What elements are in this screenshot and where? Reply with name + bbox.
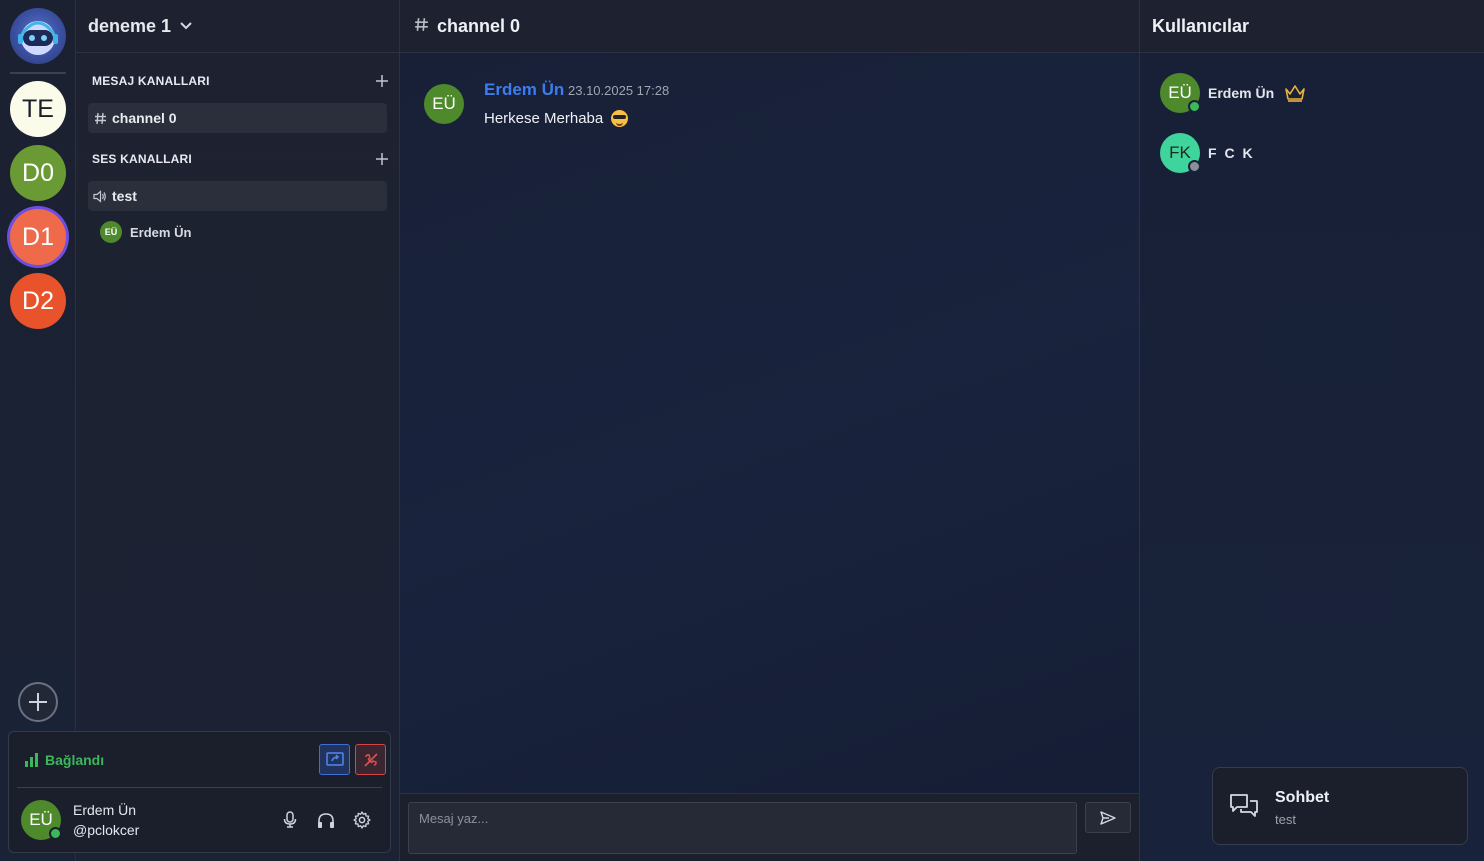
- member-item[interactable]: FK F C K: [1160, 133, 1255, 173]
- current-user-handle: @pclokcer: [73, 822, 140, 838]
- member-name: F C K: [1208, 145, 1255, 161]
- avatar: EÜ: [100, 221, 122, 243]
- phone-hangup-icon: [363, 752, 378, 767]
- category-voice-channels: SES KANALLARI: [92, 150, 388, 168]
- send-icon: [1100, 810, 1116, 825]
- share-screen-button[interactable]: [319, 744, 350, 775]
- avatar[interactable]: EÜ: [21, 800, 62, 840]
- message-body: Herkese Merhaba: [484, 110, 629, 127]
- avatar: FK: [1160, 133, 1201, 173]
- plus-icon: [29, 693, 47, 711]
- connection-status: Bağlandı: [25, 752, 104, 768]
- chat-header: channel 0: [400, 0, 1139, 53]
- channel-label: channel 0: [112, 110, 177, 126]
- hash-icon: [92, 112, 108, 125]
- rail-divider: [10, 72, 66, 74]
- toast-subtitle: test: [1275, 812, 1296, 827]
- chat-bubbles-icon: [1230, 794, 1258, 817]
- gear-icon: [353, 811, 371, 829]
- composer-bar: [400, 793, 1139, 861]
- member-initials: EÜ: [1168, 83, 1192, 102]
- plus-icon: [376, 153, 388, 165]
- category-text-channels: MESAJ KANALLARI: [92, 72, 388, 90]
- send-button[interactable]: [1085, 802, 1131, 833]
- server-icon-d0[interactable]: D0: [10, 145, 66, 201]
- voice-user-name: Erdem Ün: [130, 224, 192, 240]
- chat-area: channel 0 EÜ Erdem Ün 23.10.2025 17:28 H…: [400, 0, 1140, 861]
- toast-title: Sohbet: [1275, 789, 1330, 806]
- message-timestamp: 23.10.2025 17:28: [568, 83, 670, 98]
- screen-share-icon: [325, 751, 344, 766]
- channel-label: test: [112, 188, 137, 204]
- chat-channel-title: channel 0: [437, 15, 521, 36]
- member-initials: FK: [1169, 143, 1191, 162]
- voice-channel-user[interactable]: EÜ Erdem Ün: [100, 221, 191, 243]
- channel-item-test[interactable]: test: [88, 181, 387, 211]
- message-input[interactable]: [408, 802, 1077, 854]
- member-name: Erdem Ün: [1208, 85, 1275, 101]
- member-list: Kullanıcılar EÜ Erdem Ün FK F C K: [1140, 0, 1484, 861]
- add-server-button[interactable]: [18, 682, 58, 722]
- channel-item-channel-0[interactable]: channel 0: [88, 103, 387, 133]
- message-author[interactable]: Erdem Ün: [484, 80, 564, 100]
- members-title: Kullanıcılar: [1140, 0, 1484, 53]
- signal-icon: [25, 753, 38, 767]
- crown-icon: [1285, 85, 1305, 102]
- server-icon-d1[interactable]: D1: [10, 209, 66, 265]
- category-label: MESAJ KANALLARI: [92, 74, 210, 88]
- disconnect-button[interactable]: [355, 744, 386, 775]
- avatar[interactable]: EÜ: [424, 84, 464, 124]
- microphone-icon: [283, 811, 297, 828]
- sunglasses-emoji-icon: [611, 110, 629, 127]
- server-name: deneme 1: [88, 15, 172, 36]
- server-icon-d2[interactable]: D2: [10, 273, 66, 329]
- avatar: EÜ: [1160, 73, 1201, 113]
- deafen-button[interactable]: [316, 810, 336, 830]
- add-text-channel-button[interactable]: [376, 72, 388, 90]
- speaker-icon: [92, 189, 108, 203]
- category-label: SES KANALLARI: [92, 152, 192, 166]
- hash-icon: [414, 16, 429, 37]
- online-status-dot: [49, 827, 62, 840]
- voice-connection-bar: Bağlandı: [17, 732, 386, 788]
- chevron-down-icon: [180, 22, 192, 30]
- headphones-icon: [318, 812, 334, 828]
- add-voice-channel-button[interactable]: [376, 150, 388, 168]
- plus-icon: [376, 75, 388, 87]
- app-logo-icon[interactable]: [10, 8, 66, 64]
- user-settings-button[interactable]: [352, 810, 372, 830]
- server-icon-te[interactable]: TE: [10, 81, 66, 137]
- offline-status-dot: [1188, 160, 1201, 173]
- online-status-dot: [1188, 100, 1201, 113]
- current-user-initials: EÜ: [29, 810, 53, 829]
- chat-notification-toast[interactable]: Sohbet test: [1212, 767, 1468, 845]
- current-user-name: Erdem Ün: [73, 802, 137, 818]
- mute-microphone-button[interactable]: [280, 810, 300, 830]
- connection-status-label: Bağlandı: [45, 752, 105, 768]
- user-panel: Bağlandı EÜ Erdem Ün @pclokcer: [8, 731, 391, 853]
- server-header[interactable]: deneme 1: [76, 0, 399, 53]
- message-text: Herkese Merhaba: [484, 110, 604, 127]
- member-item[interactable]: EÜ Erdem Ün: [1160, 73, 1306, 113]
